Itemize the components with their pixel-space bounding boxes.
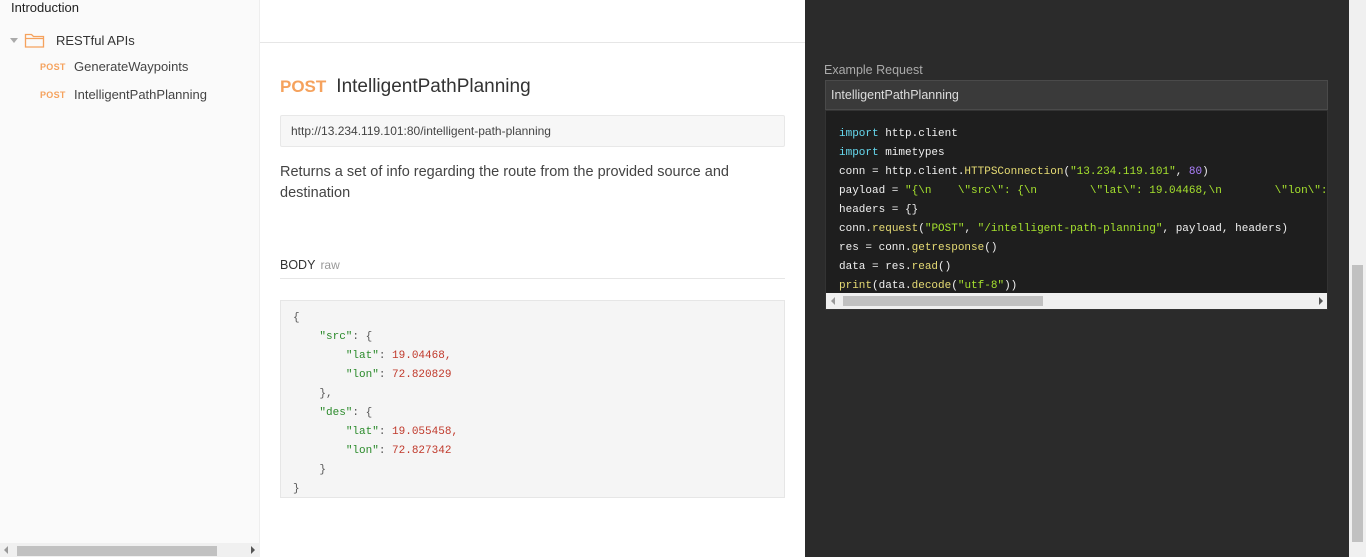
body-title: BODY: [280, 258, 316, 272]
example-code-block[interactable]: import http.client import mimetypes conn…: [825, 110, 1328, 310]
sidebar: Introduction RESTful APIs POST GenerateW…: [0, 0, 260, 557]
scroll-left-arrow-icon[interactable]: [831, 297, 835, 305]
request-name: IntelligentPathPlanning: [336, 76, 531, 97]
body-mode: raw: [320, 258, 340, 272]
divider: [280, 278, 785, 279]
body-label: BODY raw: [280, 258, 340, 272]
chevron-down-icon[interactable]: [10, 37, 18, 43]
scroll-left-arrow-icon[interactable]: [4, 546, 8, 554]
code-horizontal-scrollbar[interactable]: [826, 293, 1327, 309]
sidebar-item-intelligentpathplanning[interactable]: POST IntelligentPathPlanning: [40, 87, 207, 102]
example-pane: Example Request IntelligentPathPlanning …: [805, 0, 1366, 557]
request-url[interactable]: http://13.234.119.101:80/intelligent-pat…: [280, 115, 785, 147]
method-badge: POST: [40, 89, 66, 100]
scrollbar-thumb[interactable]: [843, 296, 1043, 306]
page-vertical-scrollbar[interactable]: [1349, 0, 1366, 557]
request-title: POST IntelligentPathPlanning: [280, 76, 531, 98]
divider: [260, 42, 805, 43]
example-request-tab[interactable]: IntelligentPathPlanning: [825, 80, 1328, 110]
sidebar-folder-label: RESTful APIs: [56, 32, 135, 48]
example-code-lines: import http.client import mimetypes conn…: [839, 128, 1328, 292]
scroll-right-arrow-icon[interactable]: [251, 546, 255, 554]
scroll-right-arrow-icon[interactable]: [1319, 297, 1323, 305]
request-description: Returns a set of info regarding the rout…: [280, 164, 729, 201]
sidebar-item-generatewaypoints[interactable]: POST GenerateWaypoints: [40, 59, 188, 74]
folder-icon: [24, 33, 45, 48]
sidebar-item-label: GenerateWaypoints: [74, 59, 189, 74]
sidebar-item-label: IntelligentPathPlanning: [74, 87, 207, 102]
main-content: POST IntelligentPathPlanning http://13.2…: [260, 0, 805, 557]
request-method: POST: [280, 77, 327, 96]
example-request-label: Example Request: [824, 63, 923, 77]
scrollbar-thumb[interactable]: [1352, 265, 1363, 542]
sidebar-horizontal-scrollbar[interactable]: [0, 543, 260, 557]
sidebar-introduction-link[interactable]: Introduction: [11, 0, 79, 15]
method-badge: POST: [40, 61, 66, 72]
request-body-code[interactable]: { "src": { "lat": 19.04468, "lon": 72.82…: [280, 300, 785, 498]
sidebar-folder-restful-apis[interactable]: RESTful APIs: [10, 31, 135, 49]
scrollbar-thumb[interactable]: [17, 546, 217, 556]
